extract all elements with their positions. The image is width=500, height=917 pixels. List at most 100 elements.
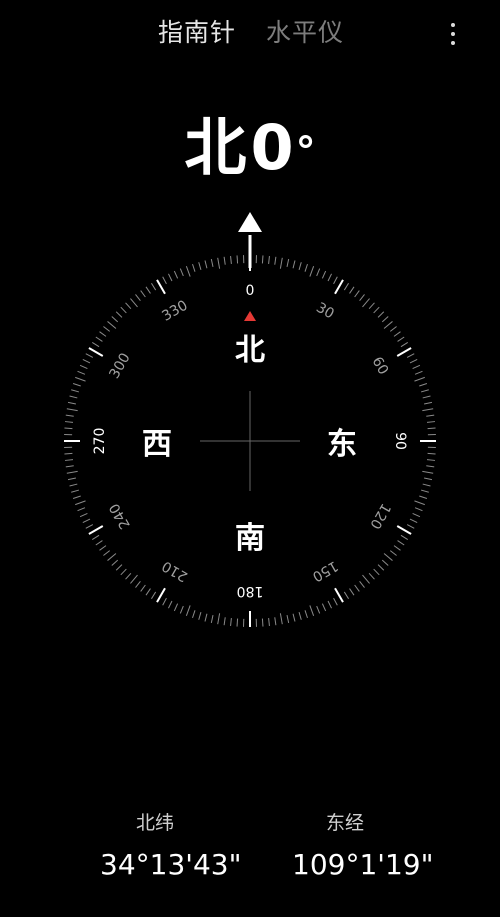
dial-tick bbox=[111, 316, 119, 323]
dial-tick bbox=[140, 290, 146, 298]
dial-tick bbox=[223, 256, 226, 265]
dial-tick bbox=[72, 495, 81, 499]
dial-tick bbox=[168, 273, 173, 282]
dial-tick bbox=[422, 470, 434, 474]
dial-tick bbox=[130, 574, 138, 584]
dial-tick bbox=[298, 262, 302, 271]
dial-tick bbox=[162, 597, 167, 606]
dial-tick bbox=[261, 255, 264, 264]
dial-tick bbox=[414, 500, 425, 506]
dial-tick bbox=[95, 540, 103, 546]
dial-degree-label: 180 bbox=[237, 583, 264, 599]
dial-degree-label: 240 bbox=[106, 500, 133, 531]
dial-tick bbox=[274, 256, 277, 265]
dial-tick bbox=[427, 452, 436, 455]
dial-tick bbox=[77, 370, 86, 375]
dial-tick bbox=[198, 262, 202, 271]
dial-tick bbox=[373, 306, 380, 314]
dial-tick bbox=[217, 257, 221, 269]
dial-tick bbox=[327, 600, 332, 609]
dial-tick bbox=[292, 260, 296, 269]
dial-tick bbox=[91, 342, 100, 348]
dial-tick bbox=[420, 489, 429, 493]
dial-tick bbox=[75, 376, 86, 382]
dial-tick bbox=[204, 613, 208, 622]
dial-tick bbox=[82, 359, 91, 364]
dial-tick bbox=[321, 603, 327, 612]
dial-tick bbox=[354, 584, 360, 592]
dial-tick bbox=[151, 591, 157, 600]
dial-tick bbox=[422, 395, 431, 399]
dial-tick bbox=[368, 572, 375, 580]
dial-tick bbox=[343, 591, 349, 600]
dial-tick bbox=[72, 383, 81, 387]
dial-degree-label: 330 bbox=[159, 297, 190, 324]
dial-tick bbox=[103, 326, 111, 332]
dial-tick bbox=[316, 268, 321, 277]
dial-tick bbox=[156, 279, 166, 295]
dial-tick bbox=[64, 421, 74, 423]
dial-tick bbox=[66, 470, 78, 474]
dial-tick bbox=[75, 500, 86, 506]
dial-tick bbox=[210, 258, 214, 267]
dial-tick bbox=[198, 611, 202, 620]
dial-tick bbox=[274, 617, 277, 626]
dial-tick bbox=[426, 421, 436, 423]
dial-tick bbox=[103, 550, 111, 556]
dial-tick bbox=[204, 260, 208, 269]
dial-tick bbox=[115, 311, 123, 318]
dial-tick bbox=[362, 298, 370, 308]
dial-degree-label: 210 bbox=[159, 557, 190, 584]
dial-tick bbox=[359, 294, 365, 302]
dial-tick bbox=[85, 524, 94, 529]
dial-tick bbox=[71, 389, 80, 393]
dial-tick bbox=[77, 507, 86, 512]
dial-degree-label: 0 bbox=[246, 283, 255, 299]
dial-tick bbox=[309, 266, 315, 277]
dial-tick bbox=[427, 427, 436, 430]
compass-dial: 0 30 60 90 120 150 180 210 240 270 300 330 北 东 南 西 bbox=[64, 235, 436, 627]
dial-tick bbox=[343, 282, 349, 291]
dial-tick bbox=[377, 311, 385, 318]
dial-tick bbox=[236, 255, 239, 264]
dial-tick bbox=[286, 615, 290, 624]
dial-tick bbox=[426, 414, 435, 417]
dial-tick bbox=[236, 618, 239, 627]
dial-tick bbox=[309, 605, 315, 616]
dial-tick bbox=[419, 383, 428, 387]
dial-tick bbox=[286, 258, 290, 267]
dial-tick bbox=[173, 270, 179, 279]
dial-degree-label: 90 bbox=[392, 432, 408, 450]
dial-tick bbox=[316, 605, 321, 614]
dial-tick bbox=[64, 452, 73, 455]
dial-tick bbox=[79, 512, 88, 518]
dial-tick bbox=[69, 483, 78, 487]
dial-tick bbox=[400, 342, 409, 348]
latitude-label: 北纬 bbox=[136, 812, 175, 834]
dial-tick bbox=[64, 459, 74, 461]
longitude-label: 东经 bbox=[326, 812, 365, 834]
cardinal-north: 北 bbox=[235, 333, 265, 368]
dial-tick bbox=[397, 540, 405, 546]
dial-tick bbox=[125, 572, 132, 580]
dial-tick bbox=[354, 290, 360, 298]
dial-tick bbox=[304, 610, 308, 619]
dial-tick bbox=[217, 613, 221, 625]
dial-tick bbox=[156, 587, 166, 603]
longitude-value: 109°1'19" bbox=[292, 848, 434, 881]
dial-tick bbox=[192, 610, 196, 619]
dial-tick bbox=[111, 559, 119, 566]
dial-tick bbox=[412, 364, 421, 370]
dial-tick bbox=[162, 276, 167, 285]
dial-tick bbox=[377, 564, 385, 571]
dial-tick bbox=[393, 331, 401, 337]
dial-tick bbox=[279, 257, 283, 269]
dial-tick bbox=[422, 483, 431, 487]
dial-degree-label: 120 bbox=[366, 500, 393, 531]
north-marker-icon bbox=[244, 311, 256, 321]
dial-tick bbox=[173, 603, 179, 612]
dial-tick bbox=[268, 617, 270, 627]
dial-tick bbox=[389, 550, 397, 556]
dial-tick bbox=[66, 408, 78, 412]
dial-tick bbox=[168, 600, 173, 609]
